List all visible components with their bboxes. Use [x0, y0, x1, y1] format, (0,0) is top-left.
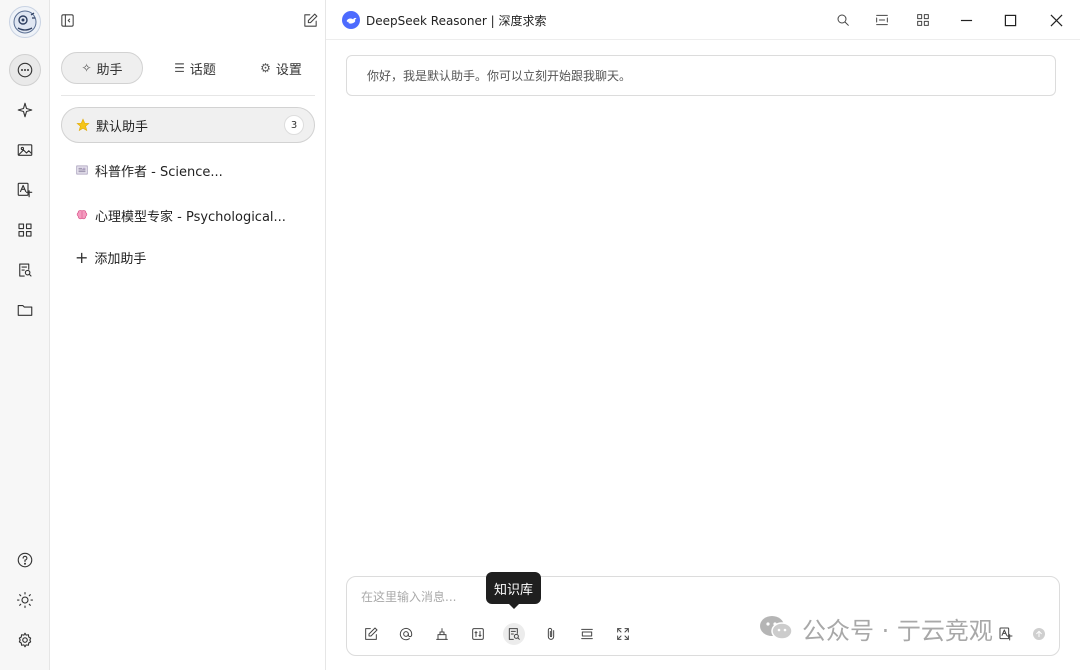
- mention-model-button[interactable]: [395, 623, 417, 645]
- theme-sun-icon: [16, 591, 34, 609]
- divider: [61, 95, 315, 96]
- add-assistant-label: 添加助手: [94, 251, 147, 267]
- settings-sliders-icon: [472, 628, 484, 640]
- assistant-label: 心理模型专家 - Psychological...: [95, 209, 286, 225]
- tab-assistants-label: 助手: [96, 62, 123, 78]
- translate-nav-button[interactable]: [9, 174, 41, 206]
- tooltip-text: 知识库: [494, 582, 534, 598]
- folder-icon: [17, 304, 33, 316]
- layout-toggle-button[interactable]: [871, 9, 893, 31]
- minimize-icon: [960, 19, 972, 21]
- knowledge-base-button[interactable]: [503, 623, 525, 645]
- add-assistant-button[interactable]: + 添加助手: [61, 242, 315, 272]
- new-topic-icon: [365, 627, 378, 640]
- user-avatar[interactable]: [9, 6, 41, 38]
- translate-icon: [999, 627, 1013, 641]
- brain-icon: [75, 208, 89, 222]
- settings-gear-icon: [18, 632, 32, 648]
- clear-context-button[interactable]: [431, 623, 453, 645]
- search-icon: [837, 14, 849, 26]
- apps-grid-icon: [917, 14, 929, 26]
- panel-tabs: ✧ 助手 ☰ 话题 ⚙ 设置: [61, 52, 315, 84]
- tab-settings[interactable]: ⚙ 设置: [241, 52, 321, 84]
- clear-icon: [436, 628, 448, 640]
- edit-icon: [303, 13, 317, 27]
- assistant-panel: ✧ 助手 ☰ 话题 ⚙ 设置 默认助手 3 科普作者 - Science...: [50, 0, 326, 670]
- assistant-label: 默认助手: [96, 119, 149, 135]
- chat-area: DeepSeek Reasoner | 深度求索 你好，我是默认助手。你可以立刻…: [326, 0, 1080, 670]
- message-input[interactable]: [361, 587, 961, 607]
- tab-topics-label: 话题: [189, 62, 216, 78]
- expand-icon: [617, 628, 629, 640]
- list-icon: ☰: [174, 61, 185, 75]
- new-topic-button[interactable]: [360, 623, 382, 645]
- sparkle-icon: [17, 102, 33, 118]
- panel-toolbar: [50, 0, 326, 40]
- collapse-input-button[interactable]: [576, 623, 598, 645]
- assistant-item-science[interactable]: 科普作者 - Science...: [61, 152, 315, 188]
- assistant-label: 科普作者 - Science...: [95, 164, 223, 180]
- maximize-icon: [1004, 14, 1016, 26]
- chat-nav-button[interactable]: [9, 54, 41, 86]
- mini-apps-button[interactable]: [912, 9, 934, 31]
- attach-file-button[interactable]: [540, 623, 562, 645]
- knowledge-base-tooltip: 知识库: [486, 572, 542, 609]
- knowledge-nav-button[interactable]: [9, 254, 41, 286]
- model-title[interactable]: DeepSeek Reasoner | 深度求索: [366, 12, 547, 29]
- new-chat-button[interactable]: [299, 9, 321, 31]
- settings-button[interactable]: [9, 624, 41, 656]
- gear-icon: ⚙: [260, 61, 271, 75]
- send-icon: [1033, 628, 1045, 640]
- sidebar-collapse-icon: [60, 13, 74, 27]
- close-icon: [1050, 14, 1062, 26]
- assistant-list: 默认助手 3 科普作者 - Science... 心理模型专家 - Psycho…: [61, 107, 315, 272]
- topic-count-badge: 3: [284, 115, 304, 135]
- assistant-item-psychology[interactable]: 心理模型专家 - Psychological...: [61, 197, 315, 233]
- welcome-text: 你好，我是默认助手。你可以立刻开始跟我聊天。: [367, 69, 632, 83]
- send-button[interactable]: [1028, 623, 1050, 645]
- deepseek-logo-icon: [342, 11, 360, 29]
- watermark-text: 公众号 · 亍云竞观: [802, 616, 993, 645]
- agents-nav-button[interactable]: [9, 94, 41, 126]
- apps-grid-icon: [18, 223, 32, 237]
- assistant-item-default[interactable]: 默认助手 3: [61, 107, 315, 143]
- newspaper-icon: [75, 163, 89, 177]
- plus-icon: +: [75, 247, 89, 267]
- files-nav-button[interactable]: [9, 294, 41, 326]
- mention-icon: [399, 627, 413, 641]
- maximize-button[interactable]: [999, 9, 1021, 31]
- image-icon: [17, 144, 33, 156]
- expand-input-button[interactable]: [612, 623, 634, 645]
- knowledge-base-icon: [19, 263, 32, 277]
- chat-icon: [17, 62, 33, 78]
- knowledge-base-icon: [508, 628, 520, 640]
- collapse-icon: [581, 628, 593, 640]
- nav-rail: [0, 0, 50, 670]
- welcome-message: 你好，我是默认助手。你可以立刻开始跟我聊天。: [346, 55, 1056, 96]
- tab-topics[interactable]: ☰ 话题: [155, 52, 235, 84]
- tab-assistants[interactable]: ✧ 助手: [61, 52, 143, 84]
- wechat-watermark: 公众号 · 亍云竞观: [758, 608, 993, 648]
- chat-settings-button[interactable]: [467, 623, 489, 645]
- painting-nav-button[interactable]: [9, 134, 41, 166]
- wechat-icon: [760, 616, 793, 640]
- translate-button[interactable]: [995, 623, 1017, 645]
- help-button[interactable]: [9, 544, 41, 576]
- narrow-mode-icon: [876, 14, 888, 26]
- sparkle-icon: ✧: [81, 61, 92, 75]
- toggle-sidebar-button[interactable]: [56, 9, 78, 31]
- help-icon: [17, 552, 33, 568]
- title-bar: DeepSeek Reasoner | 深度求索: [326, 0, 1080, 40]
- minimize-button[interactable]: [955, 9, 977, 31]
- apps-nav-button[interactable]: [9, 214, 41, 246]
- tab-settings-label: 设置: [275, 62, 302, 78]
- search-button[interactable]: [832, 9, 854, 31]
- attachment-icon: [547, 627, 555, 640]
- star-icon: [76, 118, 90, 132]
- close-button[interactable]: [1045, 9, 1067, 31]
- translate-icon: [17, 182, 33, 198]
- theme-toggle-button[interactable]: [9, 584, 41, 616]
- avatar-logo-icon: [13, 10, 37, 34]
